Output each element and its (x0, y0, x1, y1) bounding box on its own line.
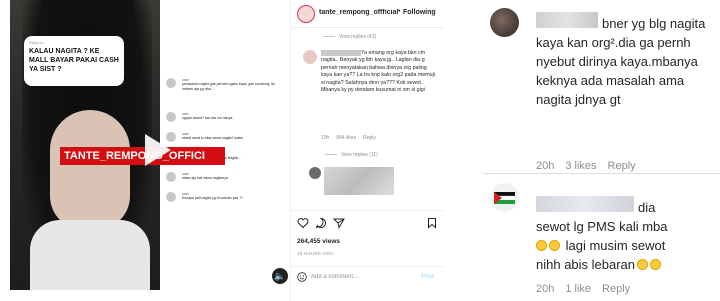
crying-emoji-icon (549, 240, 560, 251)
commenter-avatar[interactable] (490, 183, 519, 212)
crying-emoji-icon (650, 259, 662, 270)
post-actions-bar (291, 210, 444, 232)
reply-sticker: Reply to KALAU NAGITA ? KE MALL BAYAR PA… (24, 36, 124, 86)
share-icon[interactable] (333, 217, 345, 229)
volume-icon[interactable]: 🔈 (272, 268, 288, 284)
comment-line: sewot lg PMS kali mba (536, 219, 668, 234)
video-comment: user ngapa sewot? kan dia cm nanya.. (166, 112, 286, 122)
separator-dot: • (398, 8, 401, 15)
following-button[interactable]: Following (403, 9, 436, 16)
comment-likes[interactable]: 3 likes (565, 160, 596, 172)
comment-likes[interactable]: 1 like (565, 283, 591, 295)
video-comment-text: penasaran nagita gak pernah ngaku kaya, … (182, 82, 276, 91)
post-header: tante_rempong_offficial • Following (291, 0, 444, 28)
divider (483, 173, 720, 174)
video-comment-text: biasa aja kali sama nagitanya (182, 176, 228, 180)
account-name[interactable]: tante_rempong_offficial (319, 9, 399, 16)
flag-avatar-icon (493, 192, 516, 204)
blurred-comment (324, 167, 394, 195)
post-sidebar: tante_rempong_offficial • Following View… (290, 0, 444, 301)
view-replies-link[interactable]: View replies (43) (323, 34, 376, 40)
video-frame-comments: user penasaran nagita gak pernah ngaku k… (160, 0, 290, 290)
video-comment-avatar (166, 172, 176, 182)
comment-meta: 20h 1 like Reply (536, 283, 641, 295)
view-replies-label: View replies (11) (341, 152, 378, 158)
video-comment: user Kenapa jadi nagita yg di sudutin ya… (166, 192, 286, 202)
video-comment-avatar (166, 78, 176, 88)
reply-sticker-to: Reply to (29, 40, 44, 45)
account-avatar[interactable] (297, 5, 315, 23)
comment-text: bner yg blg nagita kaya kan org².dia ga … (536, 16, 706, 107)
play-icon[interactable] (135, 130, 175, 170)
view-count: 264,455 views (297, 238, 341, 245)
video-comment-text: ngapa sewot? kan dia cm nanya.. (182, 116, 235, 120)
commenter-avatar[interactable] (303, 50, 317, 64)
comment-line: dia (638, 200, 656, 215)
zoomed-comments-panel: bner yg blg nagita kaya kan org².dia ga … (483, 0, 720, 301)
heart-icon[interactable] (297, 217, 309, 229)
comment-text: Ya emang org kaya bkn cm nagita.. Banyak… (321, 50, 435, 94)
comment-line: lagi musim sewot (565, 238, 666, 253)
reply-button[interactable]: Reply (608, 160, 636, 172)
shirt-shape (30, 220, 150, 290)
video-comment-text: Kenapa jadi nagita yg di sudutin yaa ?? (182, 196, 244, 200)
video-comment: user penasaran nagita gak pernah ngaku k… (166, 78, 286, 91)
reply-button[interactable]: Reply (602, 283, 630, 295)
comment-text: dia sewot lg PMS kali mba lagi musim sew… (536, 198, 718, 274)
video-comment-text: sewot amat lu mba sama nagita? kwkw (182, 136, 243, 140)
post-timestamp: 19 HOURS AGO (297, 251, 333, 256)
comment-line: nihh abis lebaran (536, 257, 636, 272)
reply-button[interactable]: Reply (363, 135, 376, 141)
video-comment: user sewot amat lu mba sama nagita? kwkw (166, 132, 286, 142)
bookmark-icon[interactable] (426, 217, 438, 229)
comment-meta: 20h 3 likes Reply (536, 160, 647, 172)
video-player[interactable]: Reply to KALAU NAGITA ? KE MALL BAYAR PA… (10, 0, 290, 290)
comment-time: 19h (321, 135, 330, 141)
reply-sticker-text: KALAU NAGITA ? KE MALL BAYAR PAKAI CASH … (29, 48, 119, 73)
comment-input[interactable] (311, 271, 401, 283)
commenter-avatar[interactable] (490, 8, 519, 37)
comment-time: 20h (536, 160, 555, 172)
post-comment-button[interactable]: Post (421, 274, 434, 280)
comment-time: 20h (536, 283, 555, 295)
view-replies-label: View replies (43) (339, 34, 377, 40)
video-comment: user biasa aja kali sama nagitanya (166, 172, 286, 182)
comment-icon[interactable] (315, 217, 327, 229)
comment-meta: 19h 844 likes Reply (321, 135, 383, 141)
emoji-icon[interactable] (297, 272, 307, 282)
instagram-post: Reply to KALAU NAGITA ? KE MALL BAYAR PA… (0, 0, 444, 301)
commenter-avatar[interactable] (309, 167, 321, 179)
video-comment-avatar (166, 192, 176, 202)
crying-emoji-icon (536, 240, 547, 251)
add-comment-bar: Post (291, 266, 444, 286)
comment-likes[interactable]: 844 likes (336, 135, 356, 141)
crying-emoji-icon (637, 259, 649, 270)
face-shape (50, 110, 130, 230)
video-comment-avatar (166, 112, 176, 122)
view-replies-link[interactable]: View replies (11) (325, 152, 378, 158)
